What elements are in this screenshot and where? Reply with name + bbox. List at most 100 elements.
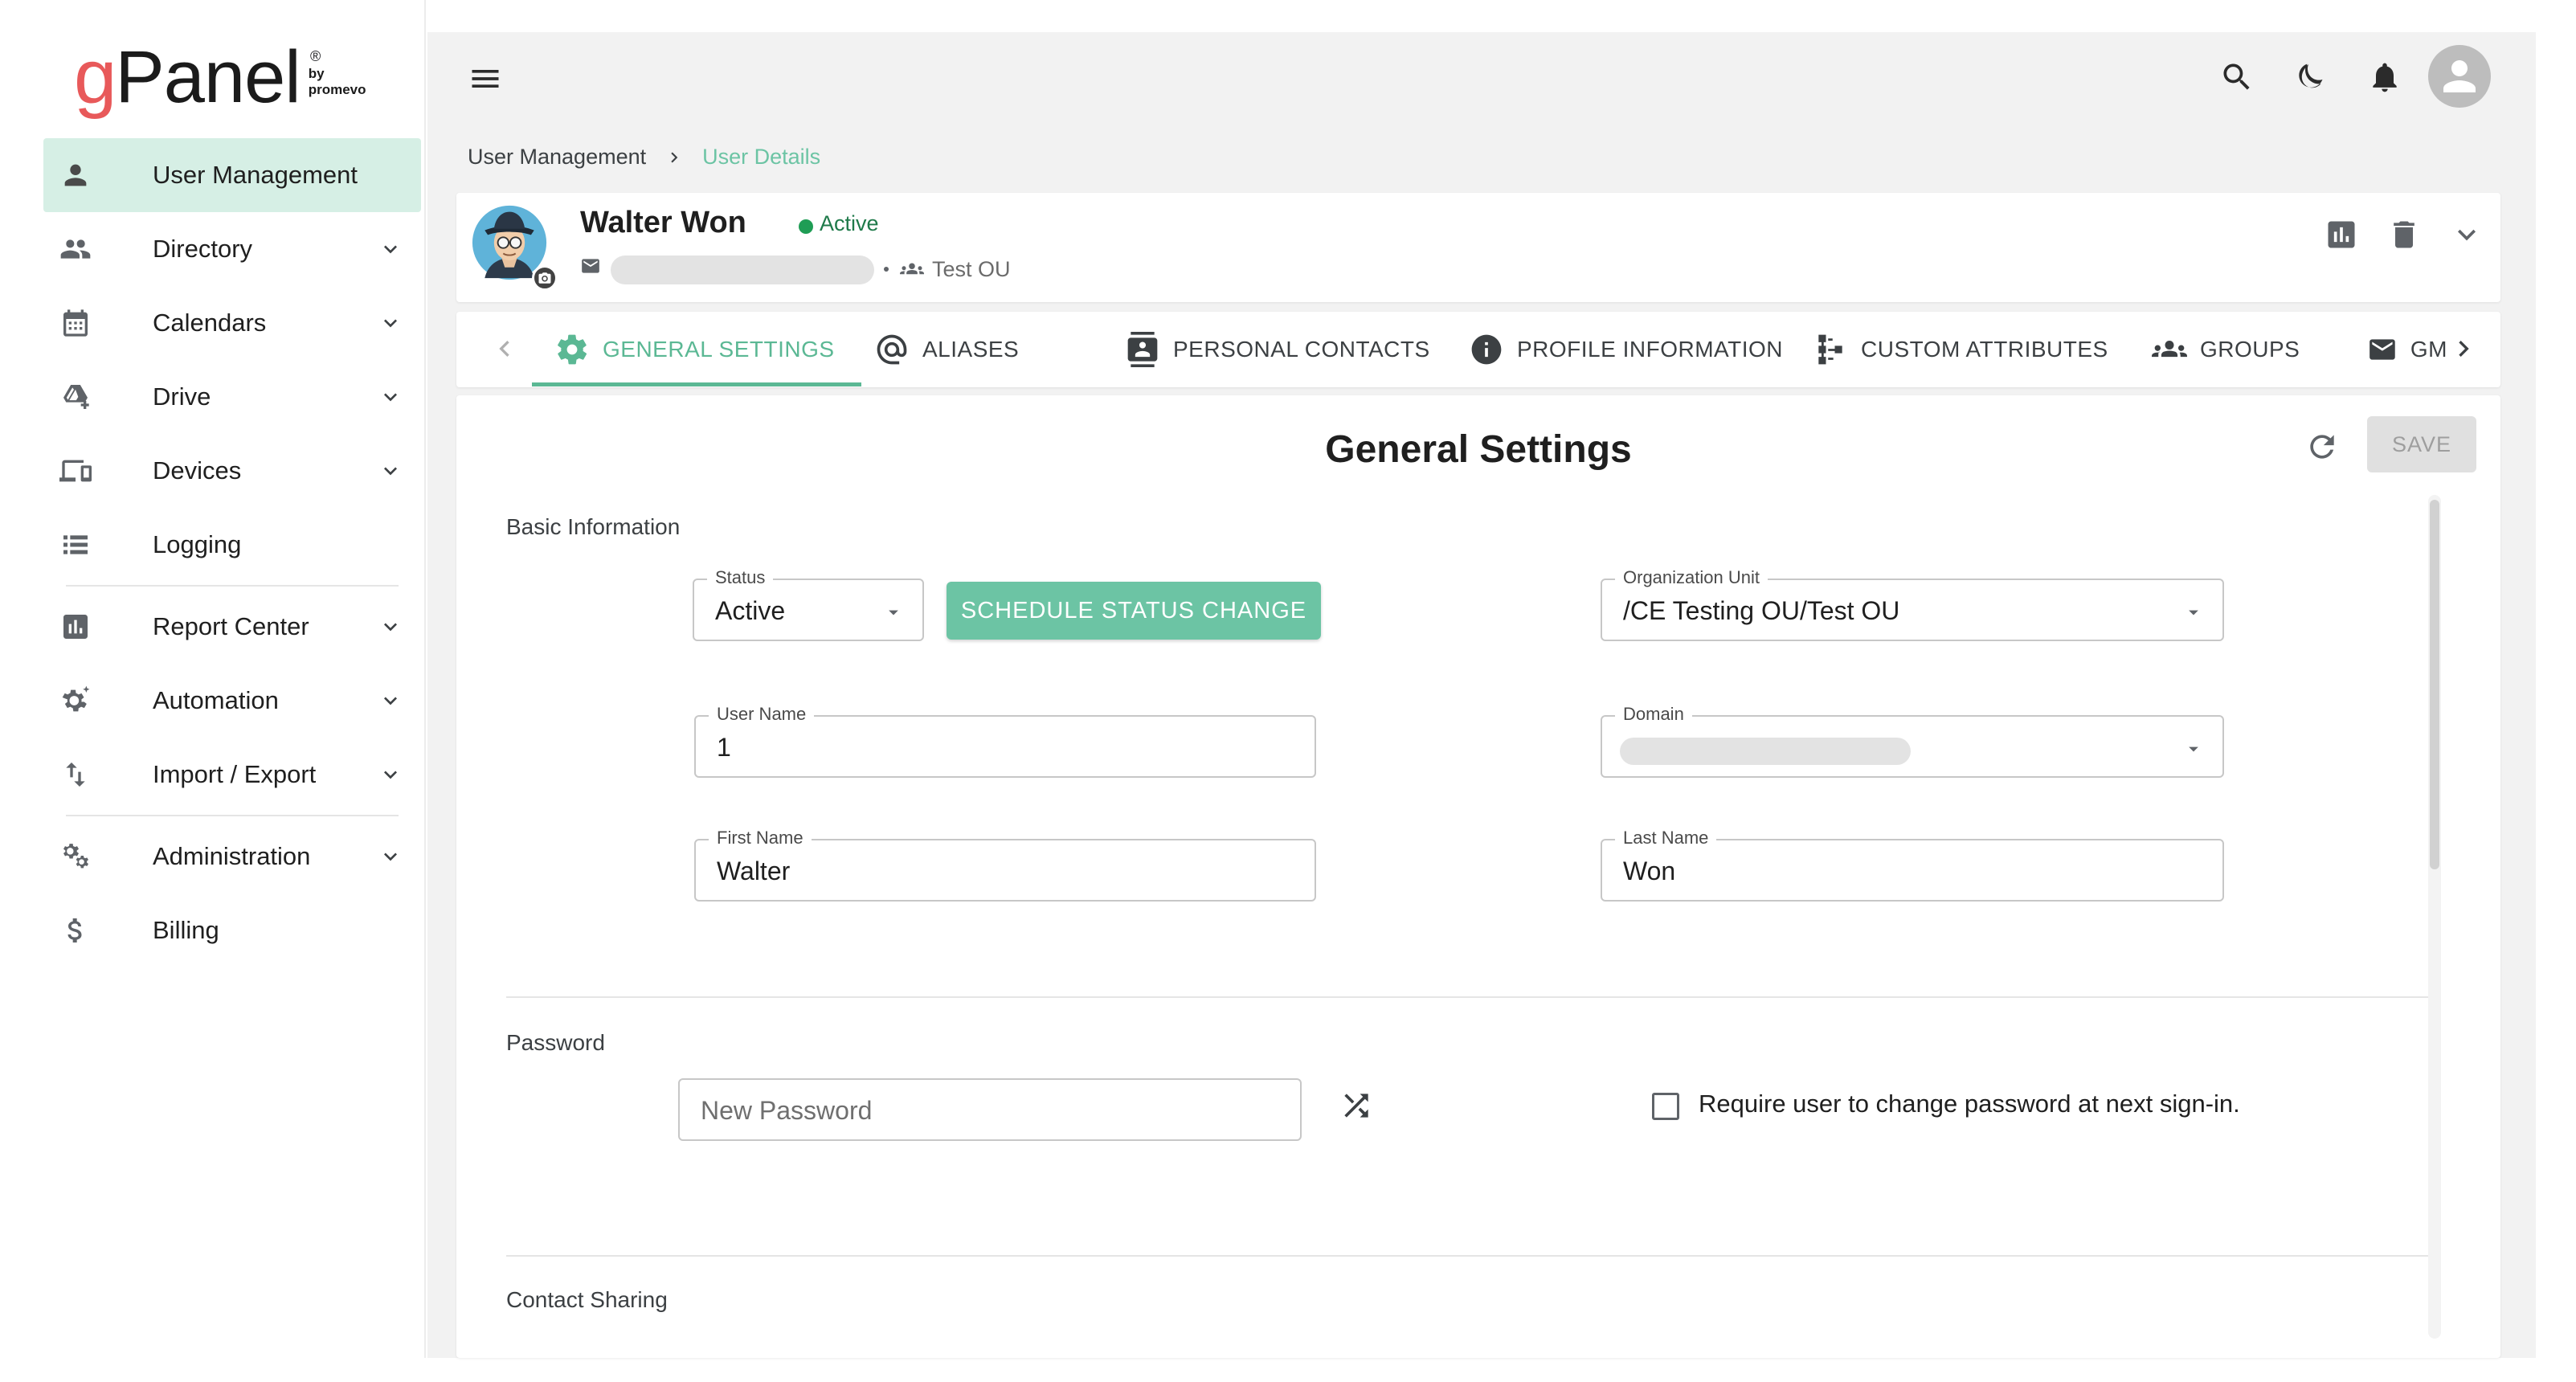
- hierarchy-icon: [1818, 334, 1842, 365]
- separator-dot: [884, 267, 889, 272]
- sidebar-item-automation[interactable]: Automation: [43, 664, 421, 738]
- tab-aliases[interactable]: ALIASES: [874, 312, 1019, 387]
- sidebar-item-report-center[interactable]: Report Center: [43, 590, 421, 664]
- chevron-down-icon[interactable]: [378, 762, 403, 787]
- first-name-field-value: Walter: [717, 857, 791, 885]
- tab-label: PERSONAL CONTACTS: [1173, 337, 1430, 362]
- active-tab-indicator: [532, 382, 861, 386]
- chevron-down-icon[interactable]: [378, 310, 403, 336]
- sidebar: g Panel ® by promevo User Management Dir…: [0, 0, 426, 1358]
- sidebar-item-label: Devices: [153, 456, 242, 485]
- require-password-change-checkbox[interactable]: [1652, 1093, 1679, 1120]
- logo-registered-mark: ®: [310, 48, 321, 64]
- bell-icon[interactable]: [2367, 59, 2402, 95]
- logo-promevo: promevo: [308, 82, 366, 97]
- last-name-field-value: Won: [1623, 857, 1676, 885]
- schedule-status-change-button[interactable]: SCHEDULE STATUS CHANGE: [947, 582, 1321, 640]
- at-icon: [877, 334, 907, 365]
- sidebar-item-import-export[interactable]: Import / Export: [43, 738, 421, 812]
- status-field-label: Status: [707, 567, 774, 588]
- gpanel-logo[interactable]: g Panel ® by promevo: [74, 37, 366, 118]
- chevron-down-icon[interactable]: [378, 236, 403, 262]
- basic-information-label: Basic Information: [506, 514, 681, 539]
- org-unit-field-value: /CE Testing OU/Test OU: [1623, 596, 1900, 625]
- panel-scrollbar-thumb[interactable]: [2430, 500, 2439, 869]
- delete-icon[interactable]: [2386, 217, 2422, 252]
- sidebar-item-devices[interactable]: Devices: [43, 434, 421, 508]
- sidebar-item-label: Logging: [153, 530, 242, 558]
- sidebar-item-administration[interactable]: Administration: [43, 820, 421, 893]
- tab-label: PROFILE INFORMATION: [1517, 337, 1783, 362]
- domain-select[interactable]: Domain: [1601, 704, 2224, 778]
- tab-personal-contacts[interactable]: PERSONAL CONTACTS: [1125, 312, 1430, 387]
- sidebar-item-logging[interactable]: Logging: [43, 508, 421, 582]
- report-icon[interactable]: [2324, 217, 2359, 252]
- sidebar-item-label: Administration: [153, 842, 311, 870]
- section-divider: [506, 1255, 2428, 1257]
- tab-label: ALIASES: [922, 337, 1020, 362]
- tab-general-settings[interactable]: GENERAL SETTINGS: [554, 312, 835, 387]
- status-field-value: Active: [715, 596, 786, 625]
- account-avatar-icon[interactable]: [2428, 45, 2491, 108]
- username-field-value: 1: [717, 733, 731, 762]
- tab-custom-attributes[interactable]: CUSTOM ATTRIBUTES: [1813, 312, 2108, 387]
- breadcrumb-user-details: User Details: [702, 145, 821, 169]
- new-password-placeholder: New Password: [701, 1096, 873, 1125]
- new-password-input[interactable]: New Password: [678, 1078, 1302, 1141]
- groups-icon: [2152, 341, 2187, 358]
- mail-icon: [2370, 339, 2395, 360]
- sidebar-item-directory[interactable]: Directory: [43, 212, 421, 286]
- user-avatar[interactable]: [471, 204, 558, 291]
- save-button[interactable]: SAVE: [2367, 416, 2476, 472]
- devices-icon: [59, 455, 92, 487]
- breadcrumb-user-management[interactable]: User Management: [468, 145, 646, 170]
- gear-sparkle-icon: [59, 685, 92, 717]
- chevron-down-icon[interactable]: [378, 614, 403, 640]
- refresh-icon[interactable]: [2304, 429, 2340, 464]
- sidebar-item-billing[interactable]: Billing: [43, 893, 421, 967]
- chevron-down-icon[interactable]: [378, 384, 403, 410]
- sidebar-item-calendars[interactable]: Calendars: [43, 286, 421, 360]
- email-redacted: [611, 256, 874, 284]
- search-icon[interactable]: [2219, 59, 2255, 95]
- calendar-icon: [59, 307, 92, 339]
- user-header-card: Walter Won Active Test OU: [456, 193, 2500, 302]
- sidebar-item-label: Calendars: [153, 309, 267, 337]
- chevron-right-icon[interactable]: [2447, 333, 2480, 365]
- shuffle-icon[interactable]: [1339, 1088, 1374, 1123]
- dark-mode-icon[interactable]: [2293, 59, 2329, 95]
- menu-icon[interactable]: [468, 61, 503, 96]
- sidebar-item-user-management[interactable]: User Management: [43, 138, 421, 212]
- info-icon: [1471, 334, 1502, 365]
- sidebar-divider: [66, 815, 399, 816]
- first-name-field[interactable]: First Name Walter: [694, 828, 1316, 902]
- organization-unit-select[interactable]: Organization Unit /CE Testing OU/Test OU: [1601, 567, 2224, 641]
- person-icon: [59, 159, 92, 191]
- tab-label: CUSTOM ATTRIBUTES: [1861, 337, 2108, 362]
- sidebar-item-label: Report Center: [153, 612, 309, 640]
- chevron-left-icon[interactable]: [489, 333, 521, 365]
- tab-profile-information[interactable]: PROFILE INFORMATION: [1469, 312, 1783, 387]
- chevron-down-icon[interactable]: [378, 688, 403, 713]
- user-card-actions: [2324, 217, 2484, 252]
- username-field[interactable]: User Name 1: [694, 704, 1316, 778]
- tab-label: GM: [2410, 337, 2447, 362]
- sidebar-item-label: Directory: [153, 235, 253, 263]
- chevron-down-icon[interactable]: [378, 458, 403, 484]
- user-org-unit: Test OU: [932, 257, 1011, 281]
- caret-down-icon: [2182, 601, 2205, 624]
- status-dot: [799, 219, 813, 234]
- chevron-down-icon[interactable]: [378, 844, 403, 869]
- caret-down-icon: [882, 601, 905, 624]
- sidebar-item-drive[interactable]: Drive: [43, 360, 421, 434]
- domain-redacted: [1620, 738, 1911, 765]
- last-name-field[interactable]: Last Name Won: [1601, 828, 2224, 902]
- page-title: General Settings: [1325, 428, 1632, 471]
- sidebar-item-label: User Management: [153, 161, 358, 189]
- status-select[interactable]: Status Active: [693, 567, 924, 641]
- camera-icon[interactable]: [532, 265, 558, 291]
- tab-groups[interactable]: GROUPS: [2152, 312, 2300, 387]
- section-divider: [506, 996, 2428, 998]
- chevron-down-icon[interactable]: [2449, 217, 2484, 252]
- tab-gmail[interactable]: GM: [2367, 312, 2447, 387]
